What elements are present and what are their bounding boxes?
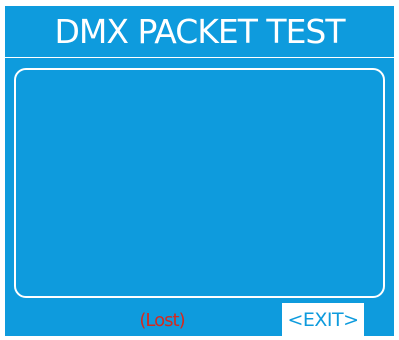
page-title: DMX PACKET TEST <box>54 12 345 51</box>
dmx-test-screen: DMX PACKET TEST (Lost) <EXIT> <box>5 6 394 337</box>
packet-display-area <box>14 68 385 298</box>
exit-button[interactable]: <EXIT> <box>282 303 364 337</box>
header-divider <box>5 57 394 58</box>
status-text: (Lost) <box>139 310 185 331</box>
